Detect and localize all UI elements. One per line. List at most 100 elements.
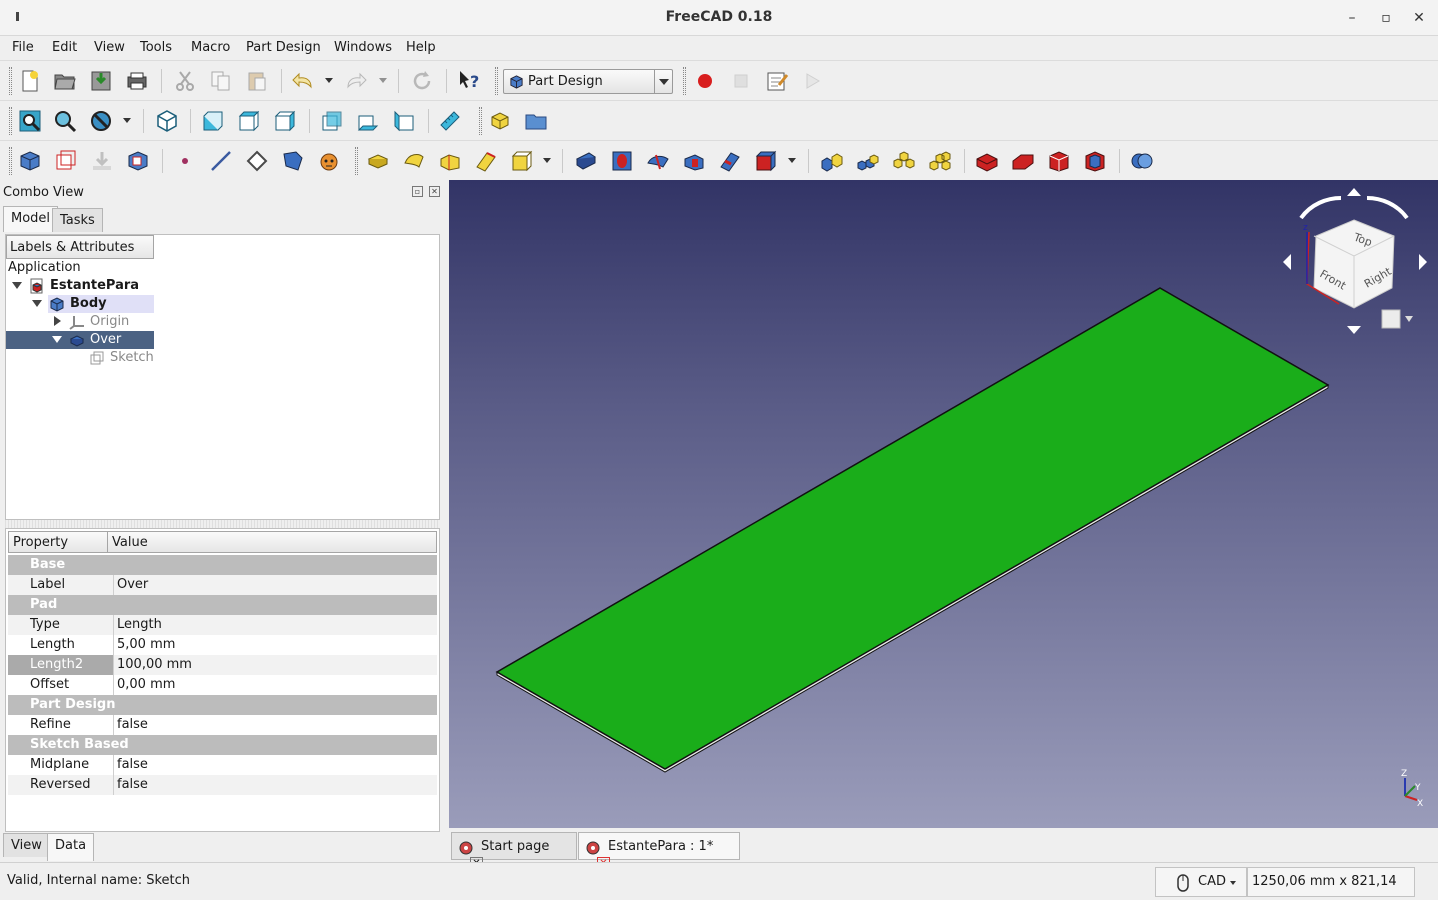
value-column-header[interactable]: Value [107,531,437,553]
rear-view-icon[interactable] [320,109,344,133]
draft-icon[interactable] [1047,149,1071,173]
create-body-icon[interactable] [18,149,42,173]
menu-macro[interactable]: Macro [191,40,230,55]
property-row[interactable]: Label Over [8,575,437,595]
close-panel-icon[interactable]: ✕ [429,186,440,197]
close-button[interactable]: ✕ [1408,8,1430,28]
revolution-icon[interactable] [402,149,426,173]
left-view-icon[interactable] [392,109,416,133]
datum-plane-icon[interactable] [245,149,269,173]
additive-loft-icon[interactable] [438,149,462,173]
tab-data[interactable]: Data [47,833,95,861]
float-panel-icon[interactable]: ▫ [412,186,423,197]
property-row[interactable]: Reversed false [8,775,437,795]
macro-record-icon[interactable] [693,69,717,93]
multi-transform-icon[interactable] [928,149,952,173]
pocket-icon[interactable] [574,149,598,173]
tree-item-origin[interactable]: Origin [90,313,129,331]
datum-line-icon[interactable] [209,149,233,173]
redo-icon[interactable] [344,69,368,93]
save-icon[interactable] [89,69,113,93]
cut-icon[interactable] [173,69,197,93]
expand-arrow-icon[interactable] [12,282,22,289]
hole-icon[interactable] [610,149,634,173]
tab-tasks[interactable]: Tasks [52,208,103,232]
tab-estantepara[interactable]: EstantePara : 1*✕ [578,832,740,870]
new-document-icon[interactable] [18,69,42,93]
boolean-operation-icon[interactable] [1130,149,1154,173]
groove-icon[interactable] [646,149,670,173]
shape-binder-icon[interactable] [281,149,305,173]
navigation-style-selector[interactable]: CAD [1155,867,1247,897]
menu-view[interactable]: View [94,40,125,55]
property-row[interactable]: Midplane false [8,755,437,775]
toolbar-grip[interactable] [683,67,686,95]
panel-splitter[interactable] [5,520,440,528]
additive-pipe-icon[interactable] [474,149,498,173]
refresh-icon[interactable] [410,69,434,93]
fit-selection-icon[interactable] [53,109,77,133]
maximize-button[interactable]: ▫ [1375,8,1397,28]
clone-icon[interactable] [317,149,341,173]
draw-style-icon[interactable] [89,109,113,133]
workbench-selector[interactable]: Part Design [503,69,673,94]
right-view-icon[interactable] [273,109,297,133]
print-icon[interactable] [125,69,149,93]
additive-primitive-dropdown[interactable] [543,158,551,163]
bottom-view-icon[interactable] [356,109,380,133]
property-row[interactable]: Refine false [8,715,437,735]
tree-header[interactable]: Labels & Attributes [6,235,154,259]
menu-part-design[interactable]: Part Design [246,40,321,55]
toolbar-grip[interactable] [355,147,358,175]
front-view-icon[interactable] [201,109,225,133]
tab-view[interactable]: View [3,833,50,857]
subtractive-primitive-dropdown[interactable] [788,158,796,163]
subtractive-loft-icon[interactable] [682,149,706,173]
top-view-icon[interactable] [237,109,261,133]
menu-tools[interactable]: Tools [140,40,172,55]
draw-style-dropdown[interactable] [123,118,131,123]
menu-edit[interactable]: Edit [52,40,77,55]
tree-item-body[interactable]: Body [70,295,107,313]
property-row[interactable]: Type Length [8,615,437,635]
toolbar-grip[interactable] [479,107,482,135]
tree-item-document[interactable]: EstantePara [50,277,139,295]
open-icon[interactable] [53,69,77,93]
property-column-header[interactable]: Property [8,531,108,553]
linear-pattern-icon[interactable] [856,149,880,173]
chamfer-icon[interactable] [1011,149,1035,173]
property-row[interactable]: Offset 0,00 mm [8,675,437,695]
validate-sketch-icon[interactable] [90,149,114,173]
mirrored-icon[interactable] [820,149,844,173]
menu-windows[interactable]: Windows [334,40,392,55]
subtractive-primitive-icon[interactable] [754,149,778,173]
whats-this-icon[interactable]: ? [457,69,481,93]
expand-arrow-icon[interactable] [32,300,42,307]
paste-icon[interactable] [245,69,269,93]
tree-item-sketch[interactable]: Sketch [110,349,154,367]
minimize-button[interactable]: – [1341,8,1363,28]
3d-viewport[interactable]: Top Front Right z Z Y X [449,180,1438,828]
macro-run-icon[interactable] [800,69,824,93]
isometric-view-icon[interactable] [155,109,179,133]
menu-help[interactable]: Help [406,40,436,55]
tab-start-page[interactable]: Start page✕ [451,832,577,870]
chevron-down-icon[interactable] [654,70,672,93]
collapse-arrow-icon[interactable] [54,316,61,326]
tab-model[interactable]: Model [3,206,59,232]
property-row[interactable]: Length2 100,00 mm [8,655,437,675]
create-part-icon[interactable] [488,109,512,133]
measure-distance-icon[interactable] [438,109,462,133]
pad-icon[interactable] [366,149,390,173]
polar-pattern-icon[interactable] [892,149,916,173]
toolbar-grip[interactable] [9,67,12,95]
toolbar-grip[interactable] [9,147,12,175]
datum-point-icon[interactable] [173,149,197,173]
toolbar-grip[interactable] [495,67,498,95]
property-row[interactable]: Length 5,00 mm [8,635,437,655]
map-sketch-icon[interactable] [126,149,150,173]
navigation-cube[interactable]: Top Front Right z [1281,188,1429,344]
undo-dropdown[interactable] [325,78,333,83]
toolbar-grip[interactable] [9,107,12,135]
thickness-icon[interactable] [1083,149,1107,173]
